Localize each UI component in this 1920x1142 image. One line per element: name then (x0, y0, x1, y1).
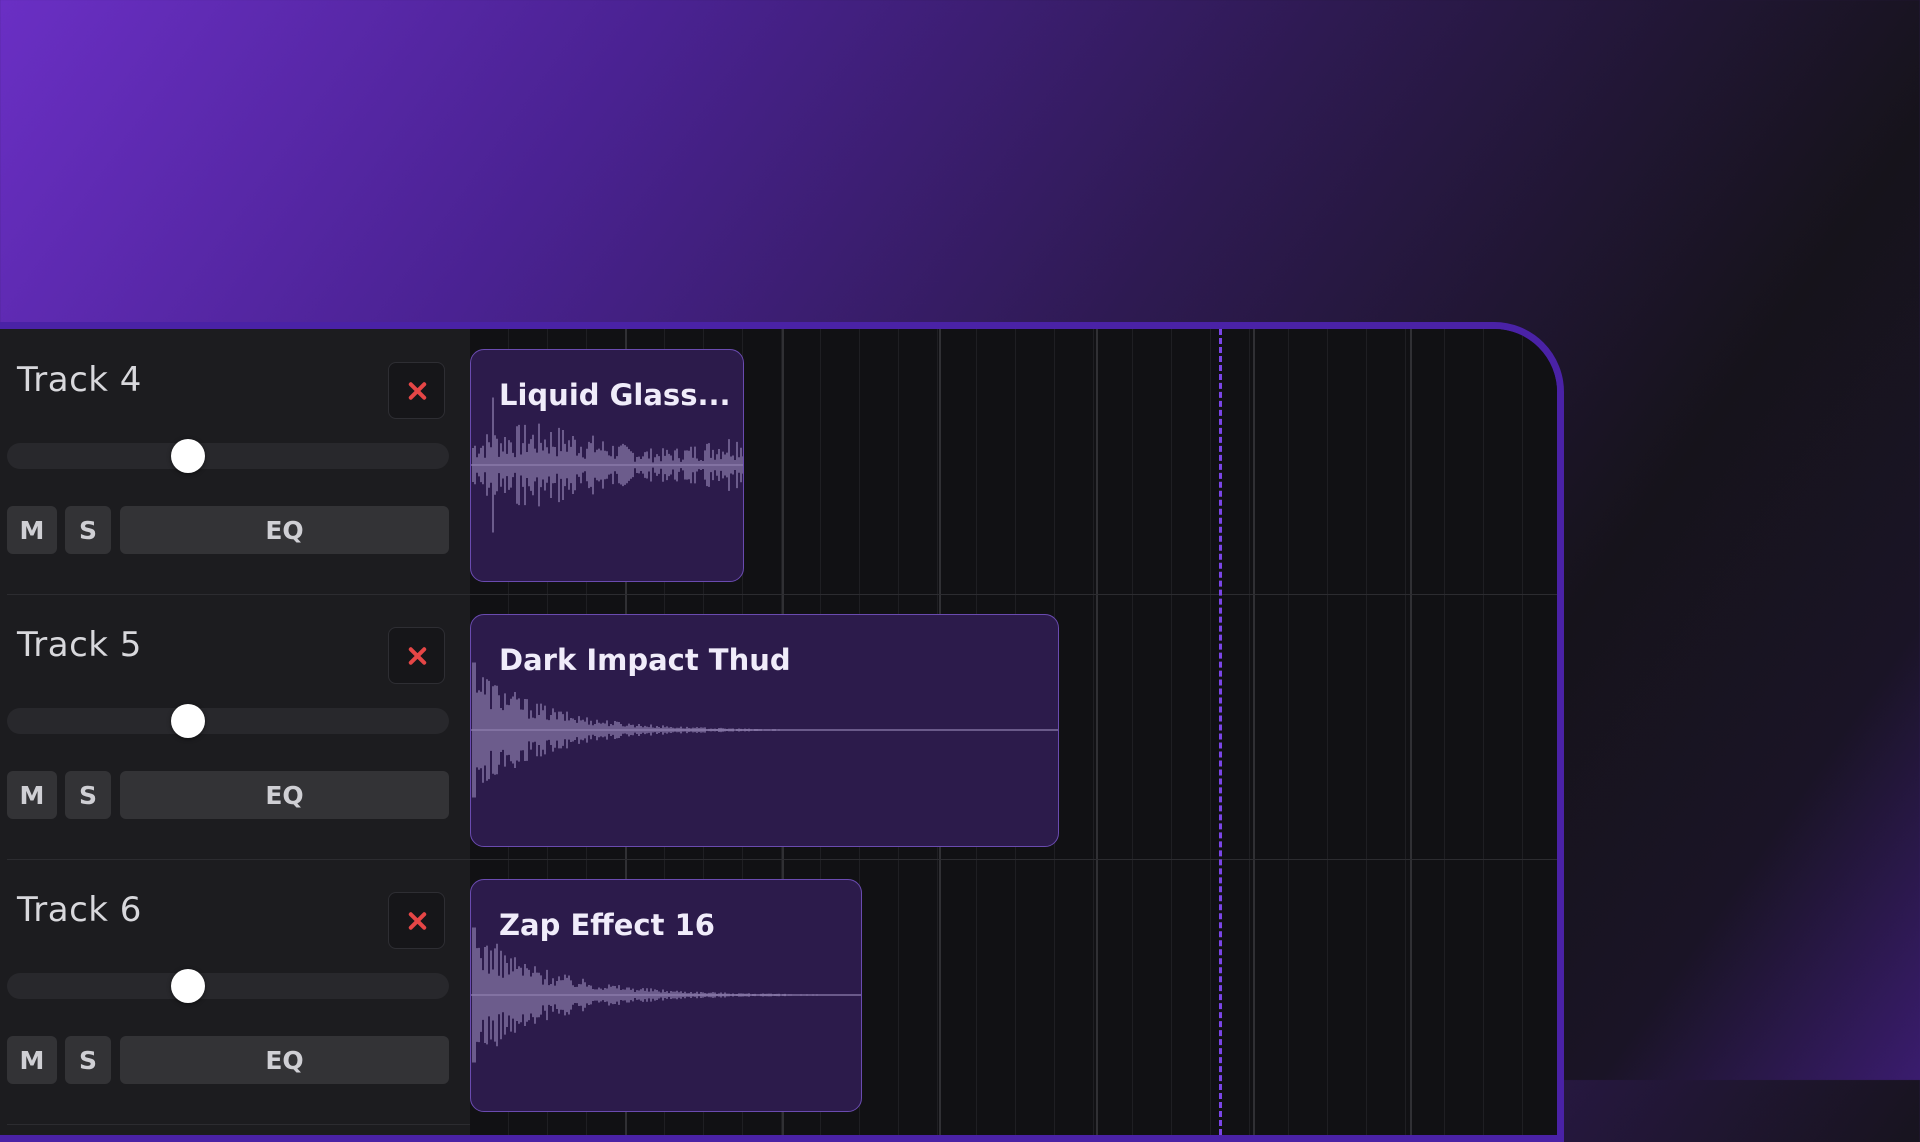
solo-button[interactable]: S (65, 506, 111, 554)
track-name: Track 4 (17, 360, 142, 400)
delete-track-button[interactable] (388, 627, 445, 684)
eq-button[interactable]: EQ (120, 1036, 449, 1084)
clip-waveform (471, 662, 1058, 798)
track-headers: Track 4 M S EQ Track 5 M S EQ Track 6 M … (0, 329, 472, 1135)
clip-waveform (471, 397, 743, 533)
volume-slider-thumb[interactable] (171, 704, 206, 738)
track-name: Track 5 (17, 625, 142, 665)
volume-slider[interactable] (7, 704, 449, 738)
mute-button[interactable]: M (7, 1036, 57, 1084)
solo-button[interactable]: S (65, 1036, 111, 1084)
delete-track-button[interactable] (388, 362, 445, 419)
mute-button[interactable]: M (7, 771, 57, 819)
track-header-5: Track 5 M S EQ (7, 594, 470, 860)
volume-slider-thumb[interactable] (171, 969, 206, 1003)
eq-button[interactable]: EQ (120, 506, 449, 554)
volume-slider-thumb[interactable] (171, 439, 206, 473)
audio-clip[interactable]: Zap Effect 16 (470, 879, 862, 1112)
solo-button[interactable]: S (65, 771, 111, 819)
track-header-4: Track 4 M S EQ (7, 329, 470, 595)
volume-slider[interactable] (7, 439, 449, 473)
clip-waveform (471, 927, 861, 1063)
eq-button[interactable]: EQ (120, 771, 449, 819)
track-name: Track 6 (17, 890, 142, 930)
track-row-divider (470, 594, 1557, 595)
track-row-divider (470, 859, 1557, 860)
timeline-grid[interactable]: Liquid Glass... Dark Impact Thud Zap Eff… (470, 329, 1557, 1135)
track-header-6: Track 6 M S EQ (7, 859, 470, 1125)
volume-slider[interactable] (7, 969, 449, 1003)
delete-track-button[interactable] (388, 892, 445, 949)
playhead[interactable] (1219, 329, 1222, 1135)
audio-clip[interactable]: Dark Impact Thud (470, 614, 1059, 847)
daw-panel: Track 4 M S EQ Track 5 M S EQ Track 6 M … (0, 322, 1564, 1142)
mute-button[interactable]: M (7, 506, 57, 554)
audio-clip[interactable]: Liquid Glass... (470, 349, 744, 582)
